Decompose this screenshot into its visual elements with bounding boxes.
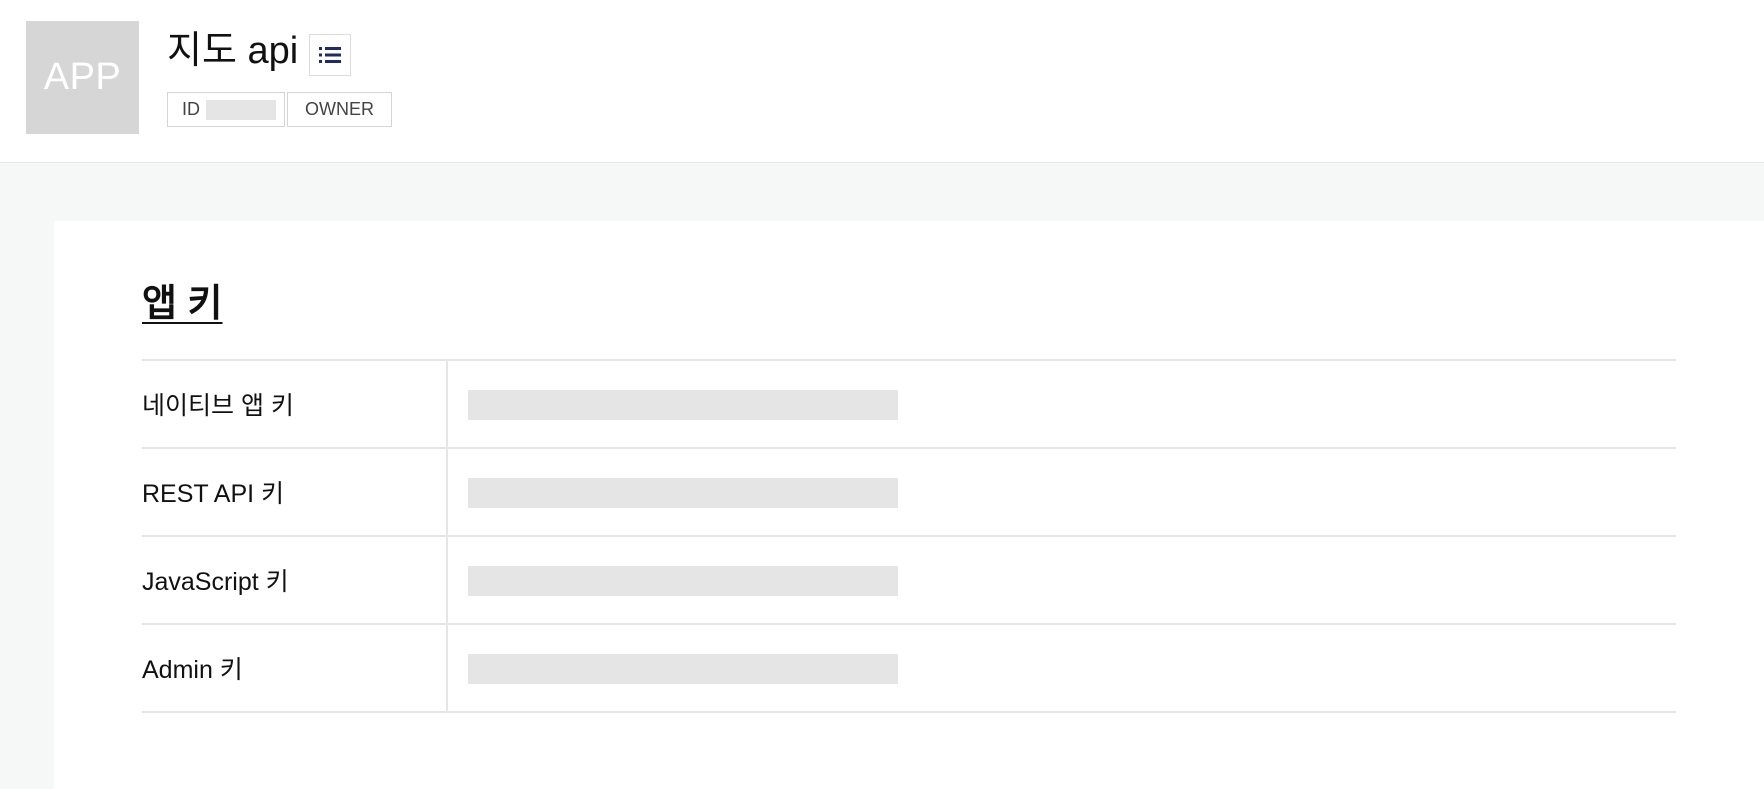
key-label: REST API 키: [142, 449, 448, 535]
owner-badge: OWNER: [287, 92, 392, 127]
native-app-key-value[interactable]: [468, 390, 898, 420]
section-title: 앱 키: [142, 283, 223, 325]
app-header: APP 지도 api ID OWNER: [0, 0, 1764, 163]
app-id-tag: ID: [167, 92, 285, 127]
javascript-key-value[interactable]: [468, 566, 898, 596]
app-keys-table: 네이티브 앱 키 REST API 키 JavaScript 키 Admin 키: [142, 359, 1676, 713]
app-icon: APP: [26, 21, 139, 134]
app-list-button[interactable]: [309, 34, 351, 76]
key-row-javascript: JavaScript 키: [142, 537, 1676, 625]
key-row-rest-api: REST API 키: [142, 449, 1676, 537]
app-id-label: ID: [182, 99, 200, 119]
rest-api-key-value[interactable]: [468, 478, 898, 508]
app-id-redacted: [206, 99, 276, 120]
key-row-native: 네이티브 앱 키: [142, 361, 1676, 449]
key-row-admin: Admin 키: [142, 625, 1676, 713]
list-icon: [319, 47, 341, 63]
key-label: 네이티브 앱 키: [142, 361, 448, 447]
key-label: Admin 키: [142, 625, 448, 711]
owner-label: OWNER: [305, 99, 374, 119]
app-icon-text: APP: [43, 56, 122, 98]
app-title: 지도 api: [167, 30, 299, 72]
admin-key-value[interactable]: [468, 654, 898, 684]
key-label: JavaScript 키: [142, 537, 448, 623]
